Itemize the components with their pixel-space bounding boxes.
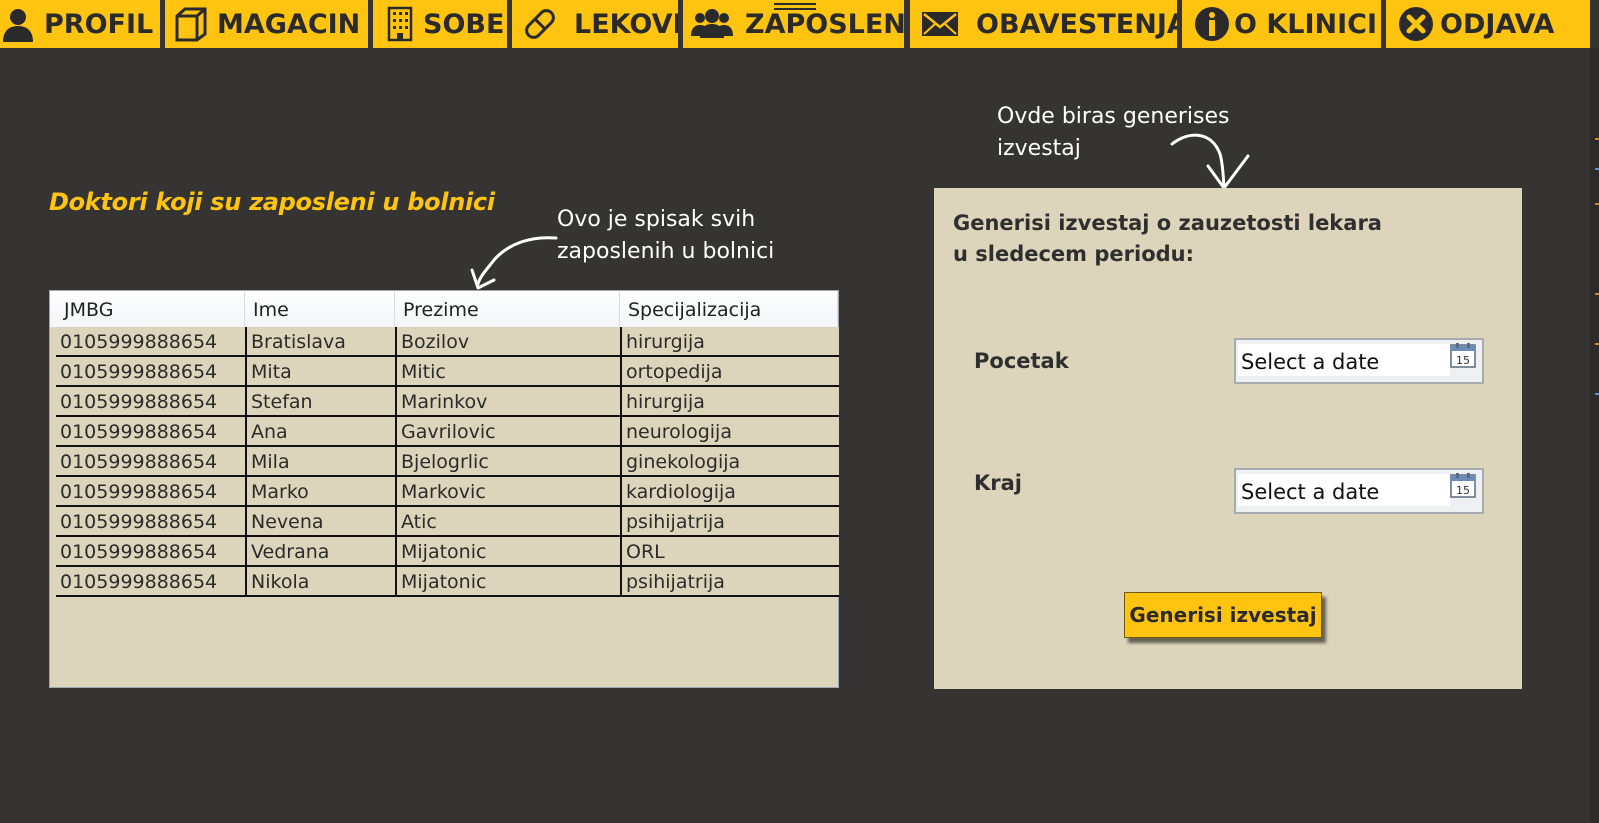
table-row[interactable]: 0105999888654 Ana Gavrilovic neurologija [56,417,839,447]
column-header-ime[interactable]: Ime [245,291,395,327]
cell-specijalizacija: hirurgija [620,387,839,415]
calendar-icon[interactable]: 15 [1450,342,1476,368]
nav-obavestenja-label: OBAVESTENJA [976,8,1177,40]
pill-icon [522,6,558,42]
curved-arrow-down-icon [1170,133,1250,190]
nav-odjava-label: ODJAVA [1440,8,1555,40]
cell-jmbg: 0105999888654 [60,331,218,353]
envelope-icon [920,6,960,42]
top-navigation: PROFIL MAGACIN SOBE LEKOVI ZAPOSLENI OBA… [0,0,1599,48]
calendar-day-text: 15 [1456,484,1470,497]
table-row[interactable]: 0105999888654 Nikola Mijatonic psihijatrija [56,567,839,597]
cell-prezime: Markovic [395,477,620,505]
calendar-icon[interactable]: 15 [1450,472,1476,498]
table-row[interactable]: 0105999888654 Vedrana Mijatonic ORL [56,537,839,567]
nav-o-klinici-button[interactable]: O KLINICI [1182,0,1381,48]
doctors-table[interactable]: JMBG Ime Prezime Specijalizacija 0105999… [49,290,839,688]
cell-specijalizacija: kardiologija [620,477,839,505]
table-row[interactable]: 0105999888654 Stefan Marinkov hirurgija [56,387,839,417]
curved-arrow-icon [470,236,558,290]
cell-specijalizacija: hirurgija [620,327,839,355]
table-header: JMBG Ime Prezime Specijalizacija [50,291,838,328]
nav-profil-button[interactable]: PROFIL [0,0,160,48]
table-row[interactable]: 0105999888654 Nevena Atic psihijatrija [56,507,839,537]
box-icon [173,6,209,42]
cell-ime: Vedrana [245,537,395,565]
table-row[interactable]: 0105999888654 Mila Bjelogrlic ginekologija [56,447,839,477]
cell-specijalizacija: psihijatrija [620,567,839,595]
user-icon [0,6,36,42]
nav-magacin-button[interactable]: MAGACIN [165,0,368,48]
column-header-jmbg[interactable]: JMBG [56,291,245,327]
cell-ime: Nevena [245,507,395,535]
start-date-picker[interactable]: Select a date 15 [1234,338,1484,384]
table-row[interactable]: 0105999888654 Mita Mitic ortopedija [56,357,839,387]
doctors-section-title: Doktori koji su zaposleni u bolnici [49,188,495,216]
table-row[interactable]: 0105999888654 Bratislava Bozilov hirurgija [56,327,839,357]
end-date-picker[interactable]: Select a date 15 [1234,468,1484,514]
end-date-label: Kraj [974,471,1022,495]
info-icon [1194,6,1230,42]
nav-obavestenja-button[interactable]: OBAVESTENJA [910,0,1177,48]
table-body: 0105999888654 Bratislava Bozilov hirurgija 0… [56,327,839,597]
cell-jmbg: 0105999888654 [60,481,218,503]
generate-report-button[interactable]: Generisi izvestaj [1124,592,1322,638]
cell-ime: Mita [245,357,395,385]
close-circle-icon [1398,6,1434,42]
cell-specijalizacija: ORL [620,537,839,565]
cell-specijalizacija: ginekologija [620,447,839,475]
nav-lekovi-button[interactable]: LEKOVI [512,0,678,48]
cell-specijalizacija: ortopedija [620,357,839,385]
cell-prezime: Atic [395,507,620,535]
cell-prezime: Mijatonic [395,567,620,595]
cell-ime: Stefan [245,387,395,415]
report-panel: Generisi izvestaj o zauzetosti lekara u … [934,188,1522,689]
people-icon [691,6,733,42]
cell-jmbg: 0105999888654 [60,541,218,563]
cell-specijalizacija: neurologija [620,417,839,445]
nav-sobe-button[interactable]: SOBE [373,0,507,48]
nav-profil-label: PROFIL [44,8,154,40]
right-edge-strip [1590,48,1599,823]
doctors-note-line-2: zaposlenih u bolnici [557,239,775,264]
column-header-prezime[interactable]: Prezime [395,291,620,327]
cell-jmbg: 0105999888654 [60,361,218,383]
report-title: Generisi izvestaj o zauzetosti lekara u … [953,211,1382,266]
nav-magacin-label: MAGACIN [217,8,361,40]
doctors-note-line-1: Ovo je spisak svih [557,207,756,232]
cell-ime: Mila [245,447,395,475]
cell-ime: Nikola [245,567,395,595]
nav-zaposleni-label: ZAPOSLENI [745,8,904,40]
cell-jmbg: 0105999888654 [60,451,218,473]
cell-ime: Ana [245,417,395,445]
nav-odjava-button[interactable]: ODJAVA [1386,0,1590,48]
cell-jmbg: 0105999888654 [60,391,218,413]
start-date-input[interactable]: Select a date [1238,344,1450,376]
cell-prezime: Bozilov [395,327,620,355]
calendar-day-text: 15 [1456,354,1470,367]
cell-specijalizacija: psihijatrija [620,507,839,535]
table-row[interactable]: 0105999888654 Marko Markovic kardiologija [56,477,839,507]
start-date-label: Pocetak [974,349,1069,373]
nav-o-klinici-label: O KLINICI [1234,8,1378,40]
nav-sobe-label: SOBE [423,8,505,40]
cell-prezime: Gavrilovic [395,417,620,445]
cell-jmbg: 0105999888654 [60,421,218,443]
cell-ime: Marko [245,477,395,505]
nav-lekovi-label: LEKOVI [574,8,678,40]
building-icon [385,6,415,42]
cell-jmbg: 0105999888654 [60,571,218,593]
end-date-input[interactable]: Select a date [1238,474,1450,506]
cell-prezime: Mijatonic [395,537,620,565]
cell-prezime: Bjelogrlic [395,447,620,475]
cell-jmbg: 0105999888654 [60,511,218,533]
cell-prezime: Mitic [395,357,620,385]
column-header-specijalizacija[interactable]: Specijalizacija [620,291,838,327]
cell-prezime: Marinkov [395,387,620,415]
cell-ime: Bratislava [245,327,395,355]
drag-handle-icon[interactable] [774,0,816,12]
doctors-list-note: Ovo je spisak svih zaposlenih u bolnici [557,204,774,268]
